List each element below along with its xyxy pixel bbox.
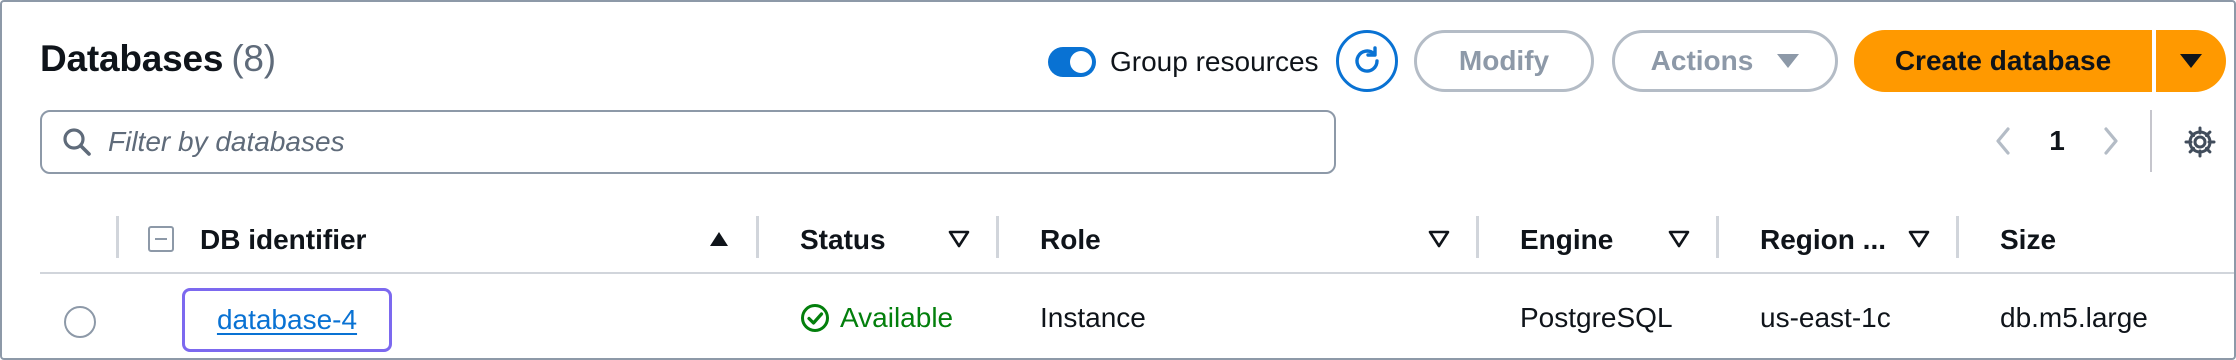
toggle-knob [1070, 51, 1092, 73]
column-header-db-identifier[interactable]: DB identifier [200, 212, 366, 268]
filter-input[interactable] [108, 126, 1268, 158]
create-database-button[interactable]: Create database [1854, 30, 2152, 92]
create-database-label: Create database [1894, 45, 2112, 76]
filter-search-box[interactable] [40, 110, 1336, 174]
page-title: Databases (8) [40, 38, 276, 80]
region-cell: us-east-1c [1760, 302, 1891, 333]
next-page-button[interactable] [2090, 120, 2132, 162]
role-header-label: Role [1040, 224, 1101, 255]
role-cell: Instance [1040, 302, 1146, 333]
modify-button-label: Modify [1458, 45, 1550, 76]
previous-page-button[interactable] [1982, 120, 2024, 162]
modify-button[interactable]: Modify [1414, 30, 1594, 92]
size-cell: db.m5.large [2000, 302, 2148, 333]
db-identifier-focus-ring: database-4 [182, 288, 392, 352]
group-resources-label: Group resources [1110, 46, 1319, 77]
column-header-status[interactable]: Status [800, 212, 886, 268]
column-header-region[interactable]: Region ... [1760, 212, 1886, 268]
sort-icon[interactable] [948, 230, 970, 248]
sort-icon[interactable] [1908, 230, 1930, 248]
actions-button[interactable]: Actions [1612, 30, 1838, 92]
pager-divider [2150, 110, 2152, 172]
column-header-role[interactable]: Role [1040, 212, 1101, 268]
db-identifier-header-label: DB identifier [200, 224, 367, 255]
create-database-split-button: Create database [1854, 30, 2226, 92]
table-header: DB identifier Status Role Engine Region … [2, 212, 2234, 268]
header-divider [40, 272, 2234, 274]
refresh-button[interactable] [1336, 30, 1398, 92]
gear-icon [2184, 126, 2216, 158]
column-header-size[interactable]: Size [2000, 212, 2056, 268]
create-database-dropdown-button[interactable] [2156, 30, 2226, 92]
current-page-number[interactable]: 1 [2024, 125, 2090, 157]
engine-header-label: Engine [1520, 224, 1614, 255]
toggle-switch[interactable] [1048, 47, 1096, 77]
column-separator [116, 216, 119, 258]
select-all-checkbox[interactable] [148, 226, 174, 252]
db-identifier-link[interactable]: database-4 [217, 304, 357, 336]
engine-cell: PostgreSQL [1520, 302, 1673, 333]
column-separator [1956, 216, 1959, 258]
status-header-label: Status [800, 224, 886, 255]
refresh-icon [1355, 46, 1379, 73]
search-icon [63, 128, 91, 156]
pagination: 1 [1982, 120, 2132, 162]
chevron-left-icon [1996, 127, 2010, 155]
actions-button-label: Actions [1650, 45, 1754, 76]
table-preferences-button[interactable] [2178, 120, 2222, 164]
check-circle-icon [801, 304, 829, 332]
sort-icon[interactable] [1668, 230, 1690, 248]
column-separator [1476, 216, 1479, 258]
column-separator [1716, 216, 1719, 258]
page-title-text: Databases [40, 38, 224, 79]
indeterminate-icon [155, 238, 167, 240]
sort-icon[interactable] [1428, 230, 1450, 248]
region-header-label: Region ... [1760, 224, 1886, 255]
column-separator [996, 216, 999, 258]
column-separator [756, 216, 759, 258]
table-row[interactable]: database-4 Available Instance PostgreSQL… [2, 282, 2234, 358]
chevron-right-icon [2104, 127, 2118, 155]
status-text: Available [840, 302, 954, 333]
database-count: (8) [231, 38, 276, 79]
databases-panel: Databases (8) Group resources Modify Acti… [0, 0, 2236, 360]
caret-down-icon [1777, 54, 1800, 68]
caret-down-icon [2180, 54, 2202, 68]
status-cell: Available [800, 302, 953, 334]
sort-ascending-icon[interactable] [708, 230, 730, 248]
group-resources-toggle[interactable]: Group resources [1048, 46, 1319, 78]
size-header-label: Size [2000, 224, 2057, 255]
row-select-radio[interactable] [64, 306, 96, 338]
column-header-engine[interactable]: Engine [1520, 212, 1613, 268]
